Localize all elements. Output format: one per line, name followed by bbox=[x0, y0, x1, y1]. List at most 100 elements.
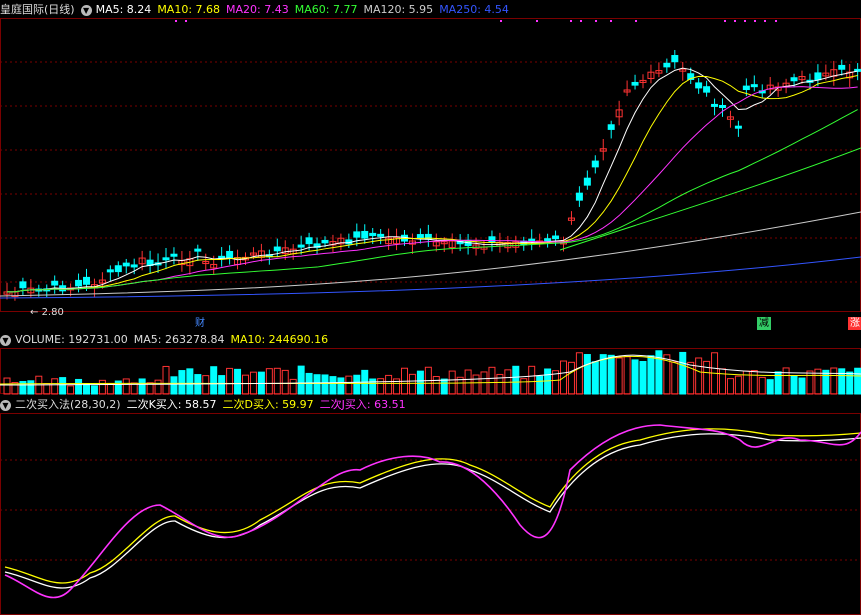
candle bbox=[734, 125, 742, 129]
candle bbox=[273, 246, 281, 252]
volume-bar bbox=[838, 368, 846, 395]
volume-bar bbox=[790, 375, 798, 395]
volume-bar bbox=[448, 370, 456, 395]
event-marker-finance[interactable]: 财 bbox=[193, 317, 207, 330]
candle bbox=[226, 250, 234, 259]
candle bbox=[750, 84, 758, 88]
signal-dot bbox=[500, 20, 502, 22]
event-marker-reduce[interactable]: 减 bbox=[757, 317, 771, 330]
volume-bar bbox=[631, 359, 639, 395]
volume-bar bbox=[432, 376, 440, 395]
volume-bar bbox=[766, 379, 774, 395]
candle bbox=[114, 265, 122, 273]
volume-bar bbox=[488, 366, 496, 395]
volume-bar bbox=[782, 367, 790, 395]
volume-bar bbox=[822, 369, 830, 395]
volume-bar bbox=[607, 354, 615, 395]
volume-bar bbox=[806, 370, 814, 395]
volume-bar bbox=[734, 375, 742, 395]
candle bbox=[552, 235, 560, 240]
signal-dot bbox=[635, 20, 637, 22]
volume-bar bbox=[798, 377, 806, 395]
volume-bar bbox=[385, 374, 393, 395]
signal-dot bbox=[570, 20, 572, 22]
signal-dot bbox=[580, 20, 582, 22]
circle-down-icon[interactable]: ▼ bbox=[0, 399, 11, 411]
panel-frame bbox=[0, 413, 861, 615]
volume-bar bbox=[122, 378, 130, 395]
chart-canvas[interactable] bbox=[0, 0, 861, 615]
circle-down-icon[interactable]: ▼ bbox=[0, 334, 11, 346]
volume-bar bbox=[3, 377, 11, 395]
volume-bar bbox=[83, 383, 90, 395]
volume-bar bbox=[281, 369, 289, 395]
signal-dot bbox=[744, 20, 746, 22]
candle bbox=[130, 264, 138, 268]
candle bbox=[575, 192, 583, 201]
signal-dot bbox=[724, 20, 726, 22]
event-marker-rise[interactable]: 涨 bbox=[848, 317, 861, 330]
volume-bar bbox=[265, 368, 273, 395]
kdj-title: 二次买入法(28,30,2) bbox=[15, 398, 121, 411]
volume-bar bbox=[202, 375, 210, 395]
kdj-d-label: 二次D买入: 59.97 bbox=[222, 398, 314, 411]
price-panel-header: 皇庭国际(日线) ▼ MA5: 8.24 MA10: 7.68 MA20: 7.43 MA… bbox=[0, 2, 515, 18]
candle bbox=[369, 232, 377, 237]
volume-bar bbox=[854, 367, 861, 395]
volume-bar bbox=[416, 370, 424, 395]
signal-dot bbox=[775, 20, 777, 22]
candle bbox=[122, 262, 130, 267]
volume-bar bbox=[170, 376, 178, 395]
vol-ma10-label: MA10: 244690.16 bbox=[230, 333, 329, 346]
candle bbox=[488, 236, 496, 243]
candle bbox=[297, 244, 305, 248]
volume-bar bbox=[321, 374, 329, 395]
volume-bar bbox=[27, 380, 35, 395]
volume-bar bbox=[583, 354, 591, 395]
candle bbox=[663, 62, 671, 68]
candle bbox=[838, 64, 846, 70]
volume-bar bbox=[464, 369, 472, 395]
volume-bar bbox=[615, 357, 623, 395]
stock-name: 皇庭国际(日线) bbox=[0, 3, 75, 16]
volume-bar bbox=[154, 379, 162, 395]
candle bbox=[377, 233, 385, 237]
volume-bar bbox=[528, 365, 536, 395]
volume-bar bbox=[671, 361, 679, 395]
volume-bar bbox=[758, 376, 766, 395]
volume-bar bbox=[472, 374, 480, 395]
volume-bar bbox=[830, 367, 838, 395]
ma60-line bbox=[559, 147, 861, 251]
candle bbox=[695, 82, 703, 89]
candle bbox=[814, 72, 822, 81]
volume-bar bbox=[98, 379, 106, 395]
volume-bar bbox=[186, 368, 194, 395]
candle bbox=[671, 55, 679, 63]
volume-bar bbox=[440, 378, 448, 395]
volume-bar bbox=[313, 374, 321, 395]
vol-ma5-label: MA5: 263278.84 bbox=[133, 333, 225, 346]
volume-bar bbox=[647, 355, 655, 395]
candle bbox=[711, 103, 719, 107]
ma-line bbox=[6, 67, 858, 293]
volume-bar bbox=[337, 377, 345, 395]
candle bbox=[742, 85, 750, 91]
volume-bar bbox=[719, 368, 726, 395]
signal-dot bbox=[185, 20, 187, 22]
volume-bar bbox=[138, 378, 146, 395]
volume-bar bbox=[377, 378, 385, 395]
volume-bar bbox=[242, 374, 249, 395]
ma5-label: MA5: 8.24 bbox=[95, 3, 152, 16]
volume-bar bbox=[297, 365, 305, 395]
ma20-label: MA20: 7.43 bbox=[226, 3, 289, 16]
volume-bar bbox=[512, 365, 520, 395]
candle bbox=[544, 238, 552, 242]
kdj-k-line bbox=[4, 433, 861, 589]
signal-dot bbox=[175, 20, 177, 22]
volume-bar bbox=[369, 378, 377, 395]
circle-down-icon[interactable]: ▼ bbox=[80, 4, 92, 16]
volume-panel-header: ▼ VOLUME: 192731.00 MA5: 263278.84 MA10: 24… bbox=[0, 332, 334, 348]
signal-dot bbox=[536, 20, 538, 22]
volume-bar bbox=[408, 373, 416, 395]
candle bbox=[75, 279, 83, 287]
